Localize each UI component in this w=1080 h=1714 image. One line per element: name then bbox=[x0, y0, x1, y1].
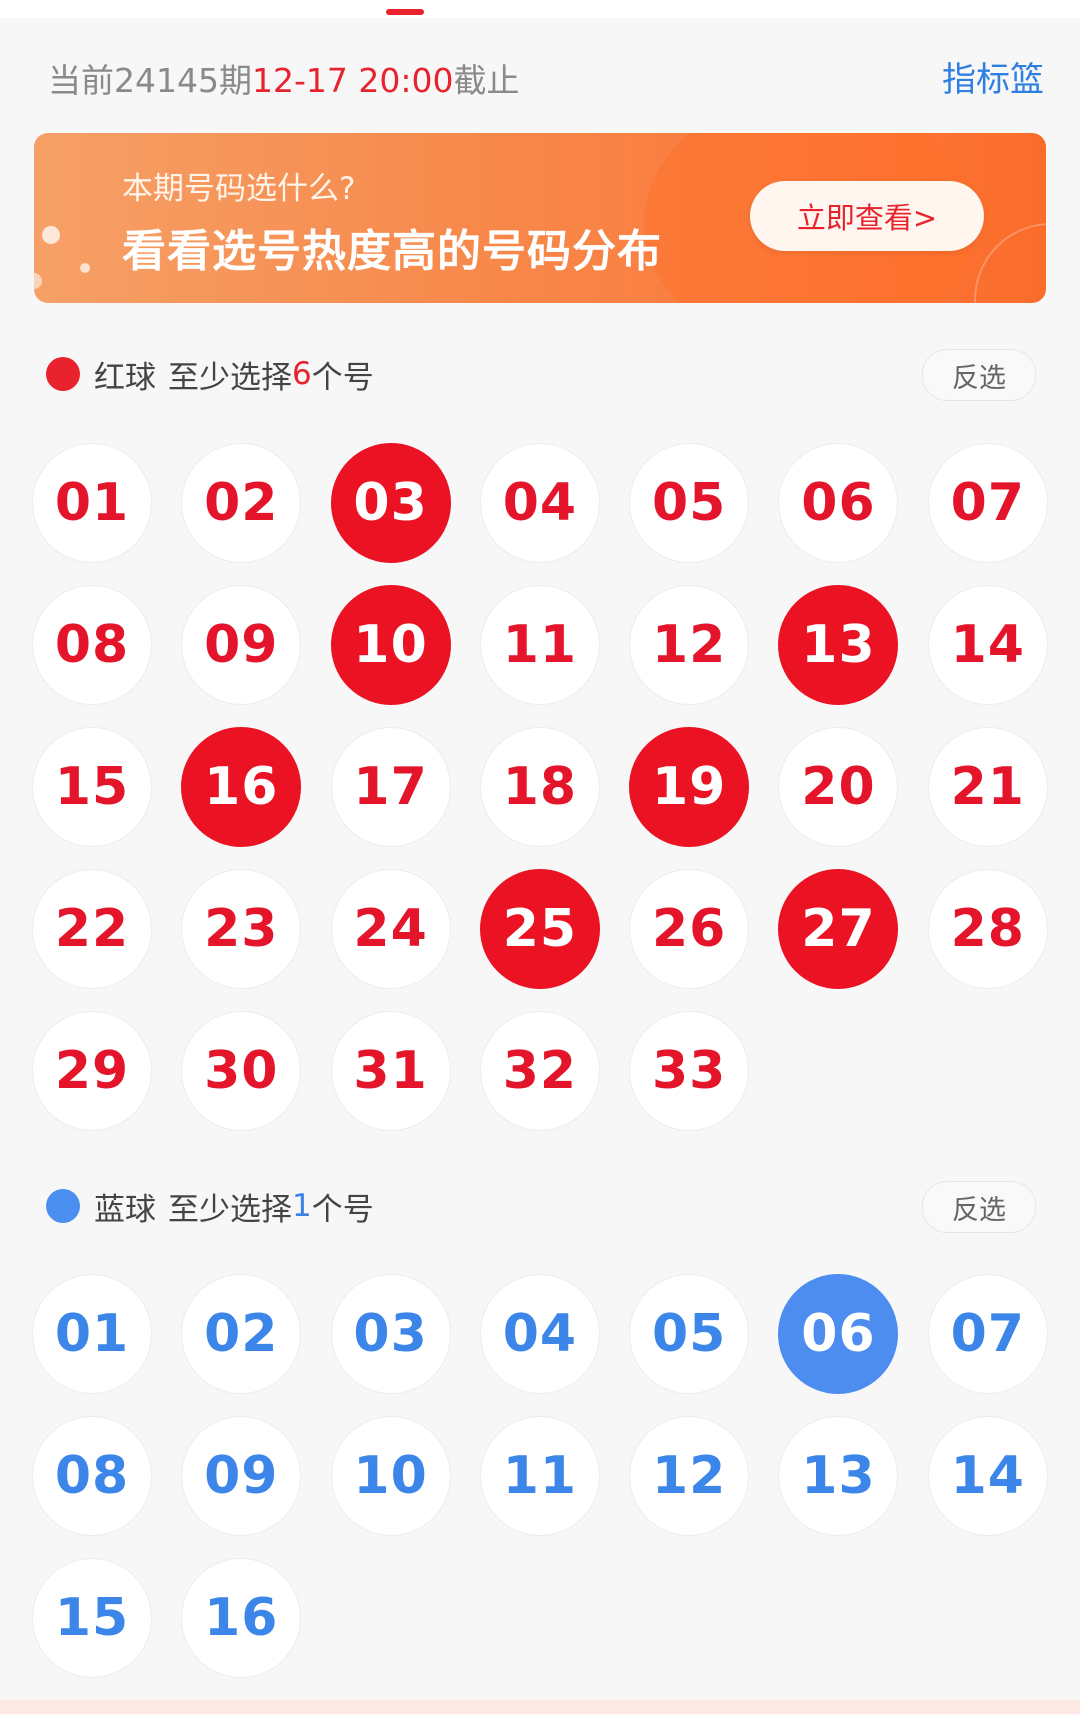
blue-ball-10[interactable]: 10 bbox=[330, 1416, 451, 1536]
red-ball-33[interactable]: 33 bbox=[629, 1011, 750, 1131]
blue-ball-02[interactable]: 02 bbox=[181, 1274, 302, 1394]
red-ball-08[interactable]: 08 bbox=[32, 585, 152, 705]
blue-hint-count: 1 bbox=[292, 1188, 312, 1224]
bottom-strip bbox=[0, 1700, 1080, 1714]
banner-bubble bbox=[34, 273, 42, 289]
red-ball-25[interactable]: 25 bbox=[479, 869, 600, 989]
red-ball-02[interactable]: 02 bbox=[181, 443, 302, 563]
red-ball-16[interactable]: 16 bbox=[181, 727, 302, 847]
red-ball-18[interactable]: 18 bbox=[479, 727, 600, 847]
blue-ball-06[interactable]: 06 bbox=[778, 1274, 899, 1394]
red-dot-icon bbox=[46, 357, 80, 391]
red-ball-01[interactable]: 01 bbox=[32, 443, 152, 563]
red-ball-grid: 01 02 03 04 05 06 07 08 09 10 11 12 13 14 15 16 17 18 19 20… bbox=[32, 443, 1048, 1131]
blue-ball-13[interactable]: 13 bbox=[778, 1416, 899, 1536]
blue-ball-04[interactable]: 04 bbox=[479, 1274, 600, 1394]
blue-dot-icon bbox=[46, 1189, 80, 1223]
blue-ball-07[interactable]: 07 bbox=[927, 1274, 1048, 1394]
view-now-button[interactable]: 立即查看> bbox=[750, 181, 984, 251]
period-number: 当前24145期 bbox=[48, 61, 252, 100]
red-ball-label: 红球 bbox=[94, 359, 156, 396]
banner-subtitle: 本期号码选什么? bbox=[122, 171, 356, 207]
red-ball-14[interactable]: 14 bbox=[927, 585, 1048, 705]
red-ball-04[interactable]: 04 bbox=[479, 443, 600, 563]
blue-ball-01[interactable]: 01 bbox=[32, 1274, 152, 1394]
red-ball-10[interactable]: 10 bbox=[330, 585, 451, 705]
blue-ball-14[interactable]: 14 bbox=[927, 1416, 1048, 1536]
red-ball-30[interactable]: 30 bbox=[181, 1011, 302, 1131]
blue-ball-09[interactable]: 09 bbox=[181, 1416, 302, 1536]
promo-banner[interactable]: 本期号码选什么? 看看选号热度高的号码分布 立即查看> bbox=[34, 133, 1046, 303]
red-hint-suffix: 个号 bbox=[311, 359, 374, 396]
blue-ball-grid: 01 02 03 04 05 06 07 08 09 10 11 12 13 14 15 16 bbox=[32, 1274, 1048, 1678]
top-bar bbox=[0, 0, 1080, 18]
red-hint-count: 6 bbox=[292, 356, 312, 392]
blue-ball-label: 蓝球 bbox=[94, 1191, 156, 1228]
red-ball-12[interactable]: 12 bbox=[629, 585, 750, 705]
tab-indicator bbox=[386, 9, 424, 15]
banner-title: 看看选号热度高的号码分布 bbox=[122, 226, 662, 277]
blue-ball-08[interactable]: 08 bbox=[32, 1416, 152, 1536]
red-ball-21[interactable]: 21 bbox=[927, 727, 1048, 847]
red-ball-19[interactable]: 19 bbox=[629, 727, 750, 847]
blue-ball-12[interactable]: 12 bbox=[629, 1416, 750, 1536]
blue-hint-suffix: 个号 bbox=[311, 1191, 374, 1228]
red-ball-header: 红球 至少选择 6 个号 bbox=[46, 349, 374, 399]
red-ball-22[interactable]: 22 bbox=[32, 869, 152, 989]
red-ball-24[interactable]: 24 bbox=[330, 869, 451, 989]
red-ball-27[interactable]: 27 bbox=[778, 869, 899, 989]
banner-bubble bbox=[80, 263, 90, 273]
indicator-basket-link[interactable]: 指标篮 bbox=[942, 52, 1044, 101]
blue-ball-03[interactable]: 03 bbox=[330, 1274, 451, 1394]
red-ball-23[interactable]: 23 bbox=[181, 869, 302, 989]
period-info: 当前24145期12-17 20:00截止 bbox=[48, 54, 519, 102]
red-ball-05[interactable]: 05 bbox=[629, 443, 750, 563]
blue-ball-11[interactable]: 11 bbox=[479, 1416, 600, 1536]
blue-ball-05[interactable]: 05 bbox=[629, 1274, 750, 1394]
red-ball-07[interactable]: 07 bbox=[927, 443, 1048, 563]
blue-hint-prefix: 至少选择 bbox=[168, 1191, 292, 1228]
blue-ball-header: 蓝球 至少选择 1 个号 bbox=[46, 1181, 374, 1231]
banner-ring bbox=[974, 223, 1046, 303]
red-ball-28[interactable]: 28 bbox=[927, 869, 1048, 989]
red-ball-20[interactable]: 20 bbox=[778, 727, 899, 847]
red-ball-03[interactable]: 03 bbox=[330, 443, 451, 563]
blue-invert-button[interactable]: 反选 bbox=[922, 1181, 1036, 1233]
red-ball-26[interactable]: 26 bbox=[629, 869, 750, 989]
red-ball-17[interactable]: 17 bbox=[330, 727, 451, 847]
deadline-time: 12-17 20:00 bbox=[251, 61, 454, 100]
blue-ball-15[interactable]: 15 bbox=[32, 1558, 152, 1678]
deadline-suffix: 截止 bbox=[453, 61, 520, 100]
red-ball-32[interactable]: 32 bbox=[479, 1011, 600, 1131]
red-invert-button[interactable]: 反选 bbox=[922, 349, 1036, 401]
banner-bubble bbox=[42, 226, 60, 244]
red-ball-06[interactable]: 06 bbox=[778, 443, 899, 563]
red-ball-09[interactable]: 09 bbox=[181, 585, 302, 705]
red-ball-31[interactable]: 31 bbox=[330, 1011, 451, 1131]
red-ball-13[interactable]: 13 bbox=[778, 585, 899, 705]
red-ball-29[interactable]: 29 bbox=[32, 1011, 152, 1131]
red-hint-prefix: 至少选择 bbox=[168, 359, 292, 396]
blue-ball-16[interactable]: 16 bbox=[181, 1558, 302, 1678]
red-ball-11[interactable]: 11 bbox=[479, 585, 600, 705]
red-ball-15[interactable]: 15 bbox=[32, 727, 152, 847]
